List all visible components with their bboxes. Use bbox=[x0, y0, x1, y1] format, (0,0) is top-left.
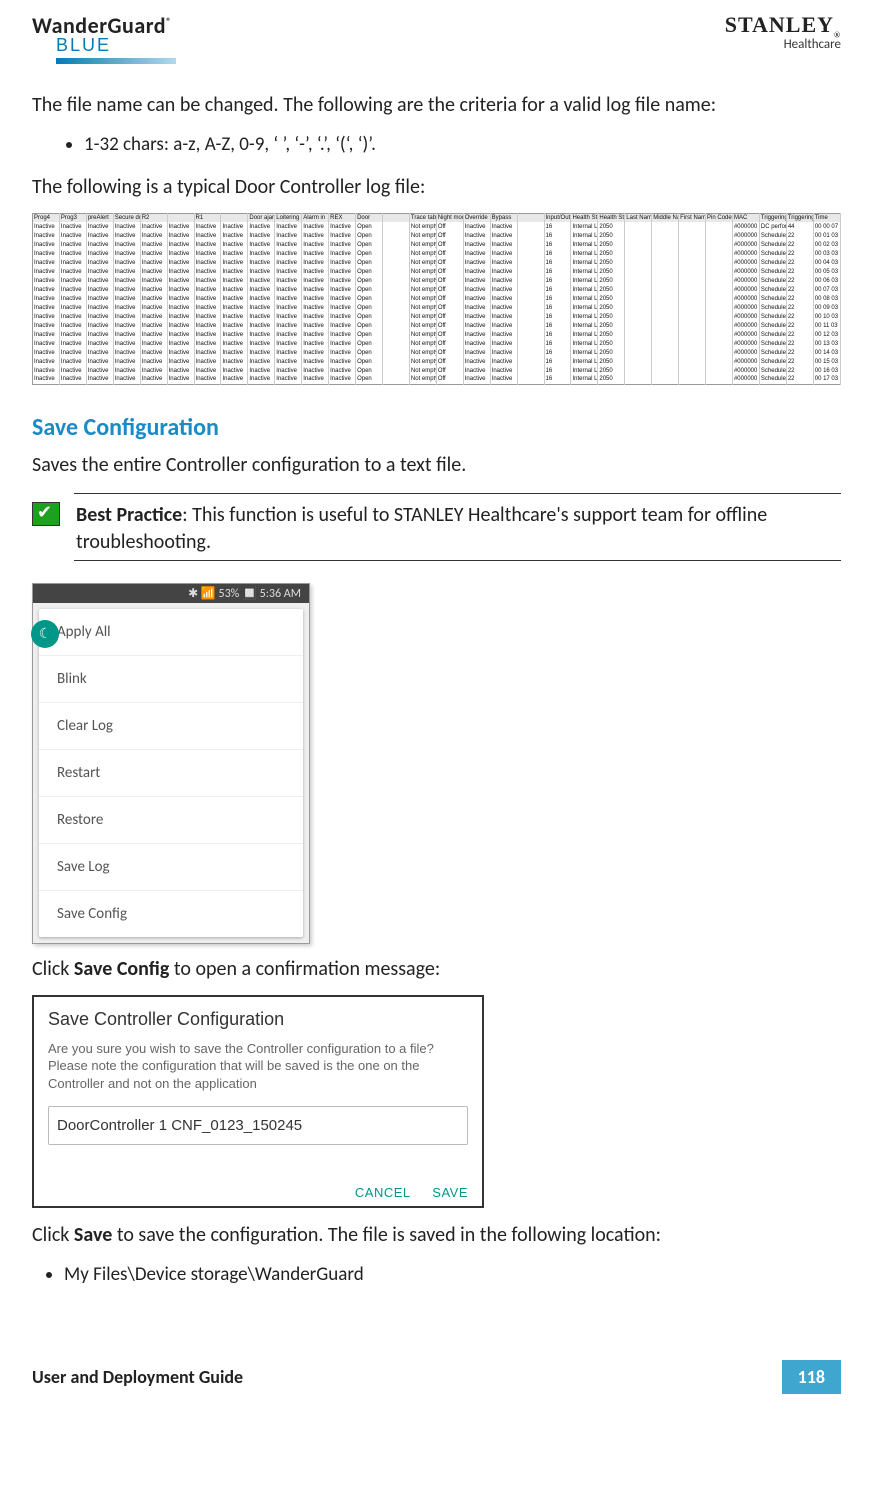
blue-logo: BLUE bbox=[56, 35, 176, 64]
dialog-title: Save Controller Configuration bbox=[48, 1009, 468, 1030]
page-number: 118 bbox=[782, 1360, 841, 1394]
phone-screenshot: ☾ ✱ 📶 53% 🔲 5:36 AM Apply AllBlinkClear … bbox=[32, 583, 310, 944]
best-practice-block: Best Practice: This function is useful t… bbox=[32, 493, 841, 561]
menu-item-save-config[interactable]: Save Config bbox=[39, 891, 303, 937]
log-file-table: Prog4Prog3preAlertSecure doR2R1Door ajar… bbox=[32, 213, 841, 385]
brand-left: WanderGuard® BLUE bbox=[32, 12, 176, 64]
phone-status-bar: ✱ 📶 53% 🔲 5:36 AM bbox=[33, 584, 309, 603]
page-footer: User and Deployment Guide 118 bbox=[32, 1360, 841, 1394]
criteria-item: 1-32 chars: a-z, A-Z, 0-9, ‘ ’, ‘-’, ‘.’… bbox=[84, 131, 841, 160]
dialog-actions: CANCEL SAVE bbox=[48, 1185, 468, 1200]
best-practice-text: Best Practice: This function is useful t… bbox=[76, 502, 841, 556]
paragraph-filename-criteria: The file name can be changed. The follow… bbox=[32, 92, 841, 119]
menu-item-restore[interactable]: Restore bbox=[39, 797, 303, 844]
location-item: My Files\Device storage\WanderGuard bbox=[64, 1261, 841, 1290]
dialog-body: Are you sure you wish to save the Contro… bbox=[48, 1040, 468, 1093]
menu-item-apply-all[interactable]: Apply All bbox=[39, 609, 303, 656]
brand-right: STANLEY® Healthcare bbox=[725, 12, 841, 52]
section-heading-save-config: Save Configuration bbox=[32, 413, 841, 442]
paragraph-save-desc: Saves the entire Controller configuratio… bbox=[32, 452, 841, 479]
moon-icon: ☾ bbox=[31, 620, 59, 648]
menu-item-restart[interactable]: Restart bbox=[39, 750, 303, 797]
stanley-logo: STANLEY® bbox=[725, 12, 841, 39]
footer-title: User and Deployment Guide bbox=[32, 1366, 243, 1388]
context-menu: Apply AllBlinkClear LogRestartRestoreSav… bbox=[39, 609, 303, 937]
menu-item-clear-log[interactable]: Clear Log bbox=[39, 703, 303, 750]
cancel-button[interactable]: CANCEL bbox=[355, 1185, 410, 1200]
config-filename-input[interactable] bbox=[48, 1106, 468, 1145]
checkmark-icon bbox=[32, 502, 60, 526]
healthcare-text: Healthcare bbox=[725, 37, 841, 52]
save-button[interactable]: SAVE bbox=[432, 1185, 468, 1200]
menu-item-blink[interactable]: Blink bbox=[39, 656, 303, 703]
menu-item-save-log[interactable]: Save Log bbox=[39, 844, 303, 891]
paragraph-click-save: Click Save to save the configuration. Th… bbox=[32, 1222, 841, 1249]
save-config-dialog: Save Controller Configuration Are you su… bbox=[32, 995, 484, 1209]
location-list: My Files\Device storage\WanderGuard bbox=[64, 1261, 841, 1290]
criteria-list: 1-32 chars: a-z, A-Z, 0-9, ‘ ’, ‘-’, ‘.’… bbox=[84, 131, 841, 160]
paragraph-typical-log: The following is a typical Door Controll… bbox=[32, 174, 841, 201]
paragraph-click-save-config: Click Save Config to open a confirmation… bbox=[32, 956, 841, 983]
page-header: WanderGuard® BLUE STANLEY® Healthcare bbox=[32, 12, 841, 64]
